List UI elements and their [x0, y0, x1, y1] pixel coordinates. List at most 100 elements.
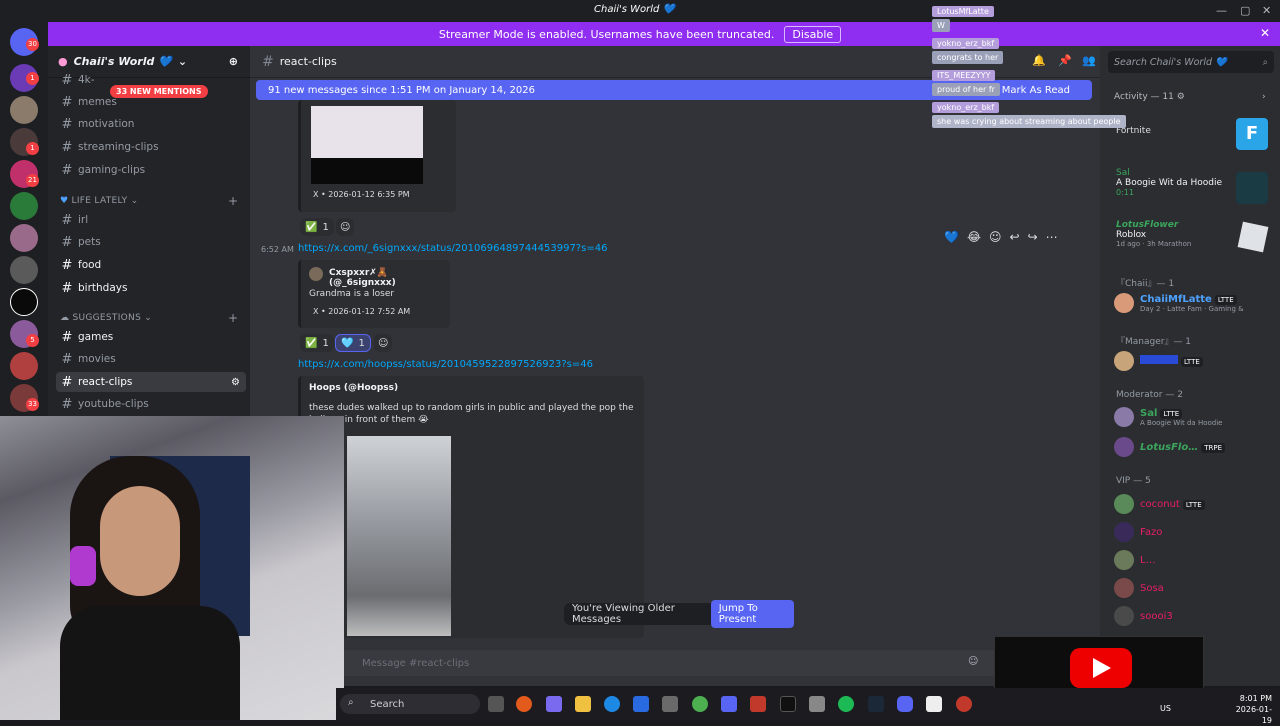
- member-item[interactable]: LotusFlo… TRPE: [1114, 434, 1274, 460]
- file-explorer-icon[interactable]: [575, 696, 591, 712]
- blue-heart-icon[interactable]: 💙: [944, 230, 959, 244]
- edge-icon[interactable]: [604, 696, 620, 712]
- channel-label: pets: [78, 236, 101, 248]
- message-hover-toolbar: 💙 😂 ☺ ↩ ↪ ⋯: [944, 227, 1084, 247]
- task-view-icon[interactable]: [488, 696, 504, 712]
- app-icon[interactable]: [926, 696, 942, 712]
- server-icon[interactable]: [10, 256, 38, 284]
- app-icon[interactable]: [809, 696, 825, 712]
- member-item[interactable]: LTTE: [1114, 348, 1274, 374]
- teams-icon[interactable]: [721, 696, 737, 712]
- settings-icon[interactable]: ⚙: [231, 377, 240, 388]
- add-channel-icon[interactable]: +: [228, 311, 238, 325]
- disable-button[interactable]: Disable: [784, 25, 842, 43]
- hash-icon: #: [61, 212, 73, 228]
- taskbar-search[interactable]: ⌕ Search: [340, 694, 480, 714]
- member-item[interactable]: Fazo: [1114, 519, 1274, 545]
- category-suggestions[interactable]: ☁ SUGGESTIONS ⌄: [60, 313, 152, 323]
- more-icon[interactable]: ⋯: [1046, 230, 1058, 244]
- hash-icon: #: [61, 351, 73, 367]
- mention-badge: 33: [26, 398, 39, 411]
- close-icon[interactable]: ✕: [1260, 26, 1270, 40]
- avatar: [1114, 293, 1134, 313]
- chrome-icon[interactable]: [692, 696, 708, 712]
- category-life-lately[interactable]: ♥ LIFE LATELY ⌄: [60, 196, 138, 206]
- server-icon[interactable]: [10, 352, 38, 380]
- taskbar-clock[interactable]: 8:01 PM 2026-01-19: [1230, 693, 1272, 726]
- member-tag: LTTE: [1160, 408, 1183, 419]
- reaction-count: 1: [322, 337, 329, 349]
- discord-icon[interactable]: [897, 696, 913, 712]
- app-icon[interactable]: [633, 696, 649, 712]
- message-link[interactable]: https://x.com/_6signxxx/status/201069648…: [298, 243, 607, 254]
- spotify-icon[interactable]: [838, 696, 854, 712]
- server-icon[interactable]: [10, 288, 38, 316]
- jump-to-present-button[interactable]: Jump To Present: [710, 600, 794, 628]
- hash-icon: #: [61, 374, 73, 390]
- obs-icon[interactable]: [956, 696, 972, 712]
- steam-icon[interactable]: [868, 696, 884, 712]
- server-icon[interactable]: [10, 96, 38, 124]
- member-item[interactable]: soooi3: [1114, 603, 1274, 629]
- channel-food[interactable]: # food: [56, 255, 246, 275]
- add-member-icon[interactable]: ⊕: [229, 55, 238, 68]
- member-item[interactable]: Sal LTTE A Boogie Wit da Hoodie: [1114, 404, 1274, 430]
- member-tag: LTTE: [1214, 294, 1237, 305]
- channel-label: movies: [78, 353, 116, 365]
- app-icon[interactable]: [546, 696, 562, 712]
- add-reaction-button[interactable]: ☺: [336, 218, 355, 236]
- firefox-icon[interactable]: [516, 696, 532, 712]
- new-messages-text: 91 new messages since 1:51 PM on January…: [268, 84, 535, 96]
- emoji-picker-icon[interactable]: ☺: [968, 656, 978, 667]
- activity-card[interactable]: LotusFlower Roblox 1d ago · 3h Marathon: [1108, 220, 1276, 260]
- add-reaction-icon[interactable]: ☺: [989, 230, 1002, 244]
- member-item[interactable]: Sosa: [1114, 575, 1274, 601]
- channel-irl[interactable]: # irl: [56, 210, 246, 230]
- reply-icon[interactable]: ↩: [1010, 230, 1020, 244]
- channel-birthdays[interactable]: # birthdays: [56, 278, 246, 298]
- channel-movies[interactable]: # movies: [56, 349, 246, 369]
- hash-icon: #: [262, 53, 274, 70]
- channel-motivation[interactable]: # motivation: [56, 114, 246, 134]
- headphones: [70, 546, 96, 586]
- forward-icon[interactable]: ↪: [1028, 230, 1038, 244]
- add-channel-icon[interactable]: +: [228, 194, 238, 208]
- search-input[interactable]: Search Chaii's World 💙 ⌕: [1108, 51, 1274, 73]
- add-reaction-button[interactable]: ☺: [374, 334, 393, 352]
- message-link[interactable]: https://x.com/hoopss/status/201045952289…: [298, 359, 593, 370]
- emoji-icon[interactable]: 😂: [967, 230, 981, 244]
- channel-games[interactable]: # games: [56, 327, 246, 347]
- embed-author[interactable]: Cxspxxr✗🧸 (@_6signxxx): [329, 268, 450, 288]
- server-icon[interactable]: [10, 192, 38, 220]
- language-indicator[interactable]: US: [1160, 704, 1171, 713]
- member-group-header: Moderator — 2: [1116, 390, 1183, 400]
- channel-streaming-clips[interactable]: # streaming-clips: [56, 137, 246, 157]
- reaction-check[interactable]: ✅ 1: [300, 218, 334, 236]
- member-item[interactable]: coconut LTTE: [1114, 491, 1274, 517]
- new-mentions-pill[interactable]: 33 NEW MENTIONS: [110, 85, 208, 98]
- activity-card[interactable]: Z. Fortnite F: [1108, 116, 1276, 156]
- reaction-count: 1: [322, 221, 329, 233]
- server-icon[interactable]: [10, 224, 38, 252]
- channel-pets[interactable]: # pets: [56, 232, 246, 252]
- embed-author[interactable]: Hoops (@Hoopss): [309, 383, 398, 393]
- hash-icon: #: [61, 280, 73, 296]
- tiktok-icon[interactable]: [780, 696, 796, 712]
- embed-video[interactable]: [347, 436, 451, 636]
- store-icon[interactable]: [662, 696, 678, 712]
- minimize-button[interactable]: —: [1216, 4, 1227, 17]
- reaction-check[interactable]: ✅ 1: [300, 334, 334, 352]
- channel-gaming-clips[interactable]: # gaming-clips: [56, 160, 246, 180]
- app-icon[interactable]: [750, 696, 766, 712]
- channel-youtube-clips[interactable]: # youtube-clips: [56, 394, 246, 414]
- member-item[interactable]: ChaiiMfLatte LTTE Day 2 · Latte Fam · Gami…: [1114, 290, 1274, 316]
- member-item[interactable]: L…: [1114, 547, 1274, 573]
- message-input[interactable]: Message #react-clips ☺: [336, 650, 1096, 676]
- check-icon: ✅: [305, 337, 318, 349]
- reaction-heart[interactable]: 🩵 1: [335, 334, 371, 352]
- chat-user: yokno_erz_bkf: [932, 102, 1000, 113]
- activity-card[interactable]: Sal A Boogie Wit da Hoodie 0:11: [1108, 168, 1276, 208]
- channel-react-clips[interactable]: # react-clips ⚙: [56, 372, 246, 392]
- maximize-button[interactable]: ▢: [1240, 4, 1250, 17]
- close-window-button[interactable]: ✕: [1262, 4, 1271, 17]
